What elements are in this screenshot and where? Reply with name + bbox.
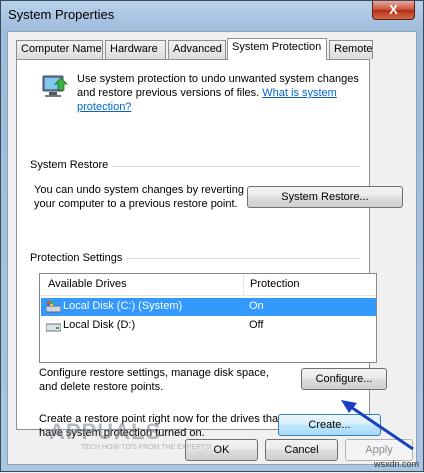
system-protection-panel: Use system protection to undo unwanted s… [16, 59, 403, 439]
close-button[interactable]: X [372, 1, 415, 20]
cancel-button[interactable]: Cancel [265, 439, 338, 461]
protection-settings-group-title: Protection Settings [30, 252, 127, 264]
system-drive-icon [46, 301, 61, 313]
drive-row-d[interactable]: Local Disk (D:) Off [41, 317, 376, 335]
tab-remote[interactable]: Remote [329, 40, 373, 59]
drives-list[interactable]: Available Drives Protection Local Disk (… [39, 273, 377, 363]
window-title: System Properties [8, 7, 115, 22]
configure-description: Configure restore settings, manage disk … [39, 367, 269, 393]
system-protection-icon [42, 75, 68, 97]
site-credit: wsxdn.com [373, 459, 419, 469]
apply-button[interactable]: Apply [345, 439, 413, 461]
column-available-drives[interactable]: Available Drives [48, 278, 127, 290]
drive-name: Local Disk (C:) (System) [63, 300, 183, 312]
drives-list-header: Available Drives Protection [40, 274, 376, 296]
tab-advanced[interactable]: Advanced [168, 40, 226, 59]
drive-row-c[interactable]: Local Disk (C:) (System) On [41, 298, 376, 316]
system-restore-group-title: System Restore [30, 159, 113, 171]
system-properties-window: System Properties X Computer Name Hardwa… [0, 0, 424, 472]
watermark-tagline: TECH HOW-TO'S FROM THE EXPERTS! [81, 444, 212, 451]
drive-protection-status: Off [249, 319, 264, 331]
drive-name: Local Disk (D:) [63, 319, 136, 331]
create-button[interactable]: Create... [278, 414, 381, 436]
system-restore-button[interactable]: System Restore... [247, 186, 403, 208]
dialog-client-area: Computer Name Hardware Advanced System P… [7, 31, 417, 465]
system-restore-description: You can undo system changes by reverting… [34, 184, 244, 210]
column-separator[interactable] [243, 274, 244, 296]
tab-system-protection[interactable]: System Protection [227, 38, 327, 60]
drive-icon [46, 323, 61, 332]
tab-computer-name[interactable]: Computer Name [16, 40, 103, 59]
watermark-brand: APPUALS [49, 419, 162, 444]
title-bar[interactable]: System Properties X [1, 1, 423, 31]
drive-protection-status: On [249, 300, 264, 312]
column-protection[interactable]: Protection [250, 278, 300, 290]
intro-text: Use system protection to undo unwanted s… [77, 72, 362, 114]
tab-hardware[interactable]: Hardware [105, 40, 166, 59]
configure-button[interactable]: Configure... [301, 368, 387, 390]
